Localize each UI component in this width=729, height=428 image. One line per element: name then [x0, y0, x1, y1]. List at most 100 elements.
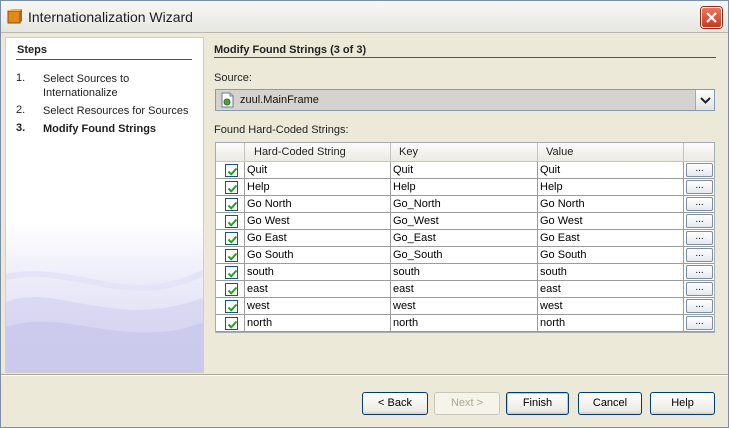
checkmark-icon	[227, 201, 238, 210]
include-checkbox[interactable]	[225, 283, 238, 296]
key-cell[interactable]: west	[391, 298, 538, 315]
table-row[interactable]: south south south...	[216, 264, 714, 281]
table-row[interactable]: Quit Quit Quit...	[216, 162, 714, 179]
header-value[interactable]: Value	[538, 143, 684, 162]
value-cell[interactable]: north	[538, 315, 684, 332]
checkbox-cell	[216, 213, 245, 230]
edit-value-button[interactable]: ...	[686, 265, 713, 279]
edit-value-button[interactable]: ...	[686, 180, 713, 194]
checkbox-cell	[216, 281, 245, 298]
value-cell[interactable]: Go East	[538, 230, 684, 247]
checkmark-icon	[227, 303, 238, 312]
edit-value-button[interactable]: ...	[686, 197, 713, 211]
checkmark-icon	[227, 286, 238, 295]
key-cell[interactable]: Go_North	[391, 196, 538, 213]
step-number: 3.	[16, 122, 26, 134]
found-strings-table: Hard-Coded String Key Value Quit Quit Quit…	[215, 142, 715, 333]
value-cell[interactable]: south	[538, 264, 684, 281]
hard-coded-string-cell[interactable]: east	[245, 281, 391, 298]
edit-value-button[interactable]: ...	[686, 299, 713, 313]
table-row[interactable]: Go North Go_North Go North...	[216, 196, 714, 213]
checkmark-icon	[227, 184, 238, 193]
netbeans-app-icon	[7, 9, 22, 24]
include-checkbox[interactable]	[225, 164, 238, 177]
table-row[interactable]: Go East Go_East Go East...	[216, 230, 714, 247]
include-checkbox[interactable]	[225, 317, 238, 330]
edit-value-button[interactable]: ...	[686, 163, 713, 177]
edit-value-button[interactable]: ...	[686, 282, 713, 296]
header-hard-coded-string[interactable]: Hard-Coded String	[245, 143, 391, 162]
table-row[interactable]: Help Help Help...	[216, 179, 714, 196]
key-cell[interactable]: north	[391, 315, 538, 332]
key-cell[interactable]: south	[391, 264, 538, 281]
decorative-wave-background	[6, 269, 203, 372]
include-checkbox[interactable]	[225, 266, 238, 279]
value-cell[interactable]: Go West	[538, 213, 684, 230]
include-checkbox[interactable]	[225, 300, 238, 313]
hard-coded-string-cell[interactable]: north	[245, 315, 391, 332]
include-checkbox[interactable]	[225, 181, 238, 194]
title-divider	[214, 57, 716, 58]
edit-value-button[interactable]: ...	[686, 214, 713, 228]
finish-button[interactable]: Finish	[506, 392, 569, 415]
table-row[interactable]: Go South Go_South Go South...	[216, 247, 714, 264]
next-button[interactable]: Next >	[434, 392, 500, 415]
key-cell[interactable]: Quit	[391, 162, 538, 179]
steps-divider	[16, 59, 192, 60]
value-cell[interactable]: west	[538, 298, 684, 315]
header-key[interactable]: Key	[391, 143, 538, 162]
value-cell[interactable]: Go South	[538, 247, 684, 264]
source-combobox[interactable]: zuul.MainFrame	[215, 89, 715, 111]
hard-coded-string-cell[interactable]: Go South	[245, 247, 391, 264]
window-title: Internationalization Wizard	[28, 9, 193, 25]
back-button[interactable]: < Back	[362, 392, 428, 415]
include-checkbox[interactable]	[225, 215, 238, 228]
edit-value-button[interactable]: ...	[686, 231, 713, 245]
key-cell[interactable]: east	[391, 281, 538, 298]
key-cell[interactable]: Go_East	[391, 230, 538, 247]
key-cell[interactable]: Help	[391, 179, 538, 196]
hard-coded-string-cell[interactable]: south	[245, 264, 391, 281]
key-cell[interactable]: Go_West	[391, 213, 538, 230]
edit-value-button[interactable]: ...	[686, 316, 713, 330]
value-cell[interactable]: Go North	[538, 196, 684, 213]
cancel-button[interactable]: Cancel	[578, 392, 642, 415]
value-cell[interactable]: Help	[538, 179, 684, 196]
hard-coded-string-cell[interactable]: west	[245, 298, 391, 315]
steps-panel: Steps 1. Select Sources to International…	[5, 37, 204, 373]
header-checkbox-column[interactable]	[216, 143, 245, 162]
hard-coded-string-cell[interactable]: Quit	[245, 162, 391, 179]
checkmark-icon	[227, 252, 238, 261]
hard-coded-string-cell[interactable]: Go East	[245, 230, 391, 247]
wizard-window: Internationalization Wizard Steps 1. Sel…	[0, 0, 729, 428]
title-bar[interactable]: Internationalization Wizard	[1, 1, 728, 33]
table-row[interactable]: east east east...	[216, 281, 714, 298]
step-label: Select Resources for Sources	[43, 105, 189, 117]
hard-coded-string-cell[interactable]: Go North	[245, 196, 391, 213]
checkbox-cell	[216, 315, 245, 332]
table-row[interactable]: west west west...	[216, 298, 714, 315]
key-cell[interactable]: Go_South	[391, 247, 538, 264]
step-number: 1.	[16, 72, 26, 84]
value-cell[interactable]: east	[538, 281, 684, 298]
hard-coded-string-cell[interactable]: Help	[245, 179, 391, 196]
close-icon	[706, 12, 717, 23]
table-row[interactable]: north north north...	[216, 315, 714, 332]
header-edit-column	[684, 143, 714, 162]
dropdown-button[interactable]	[695, 90, 714, 110]
include-checkbox[interactable]	[225, 232, 238, 245]
chevron-down-icon	[700, 97, 711, 104]
edit-value-button[interactable]: ...	[686, 248, 713, 262]
checkbox-cell	[216, 162, 245, 179]
close-button[interactable]	[701, 7, 722, 28]
checkmark-icon	[227, 167, 238, 176]
checkbox-cell	[216, 247, 245, 264]
hard-coded-string-cell[interactable]: Go West	[245, 213, 391, 230]
help-button[interactable]: Help	[650, 392, 715, 415]
table-row[interactable]: Go West Go_West Go West...	[216, 213, 714, 230]
source-value: zuul.MainFrame	[240, 94, 319, 106]
value-cell[interactable]: Quit	[538, 162, 684, 179]
include-checkbox[interactable]	[225, 249, 238, 262]
include-checkbox[interactable]	[225, 198, 238, 211]
checkbox-cell	[216, 298, 245, 315]
